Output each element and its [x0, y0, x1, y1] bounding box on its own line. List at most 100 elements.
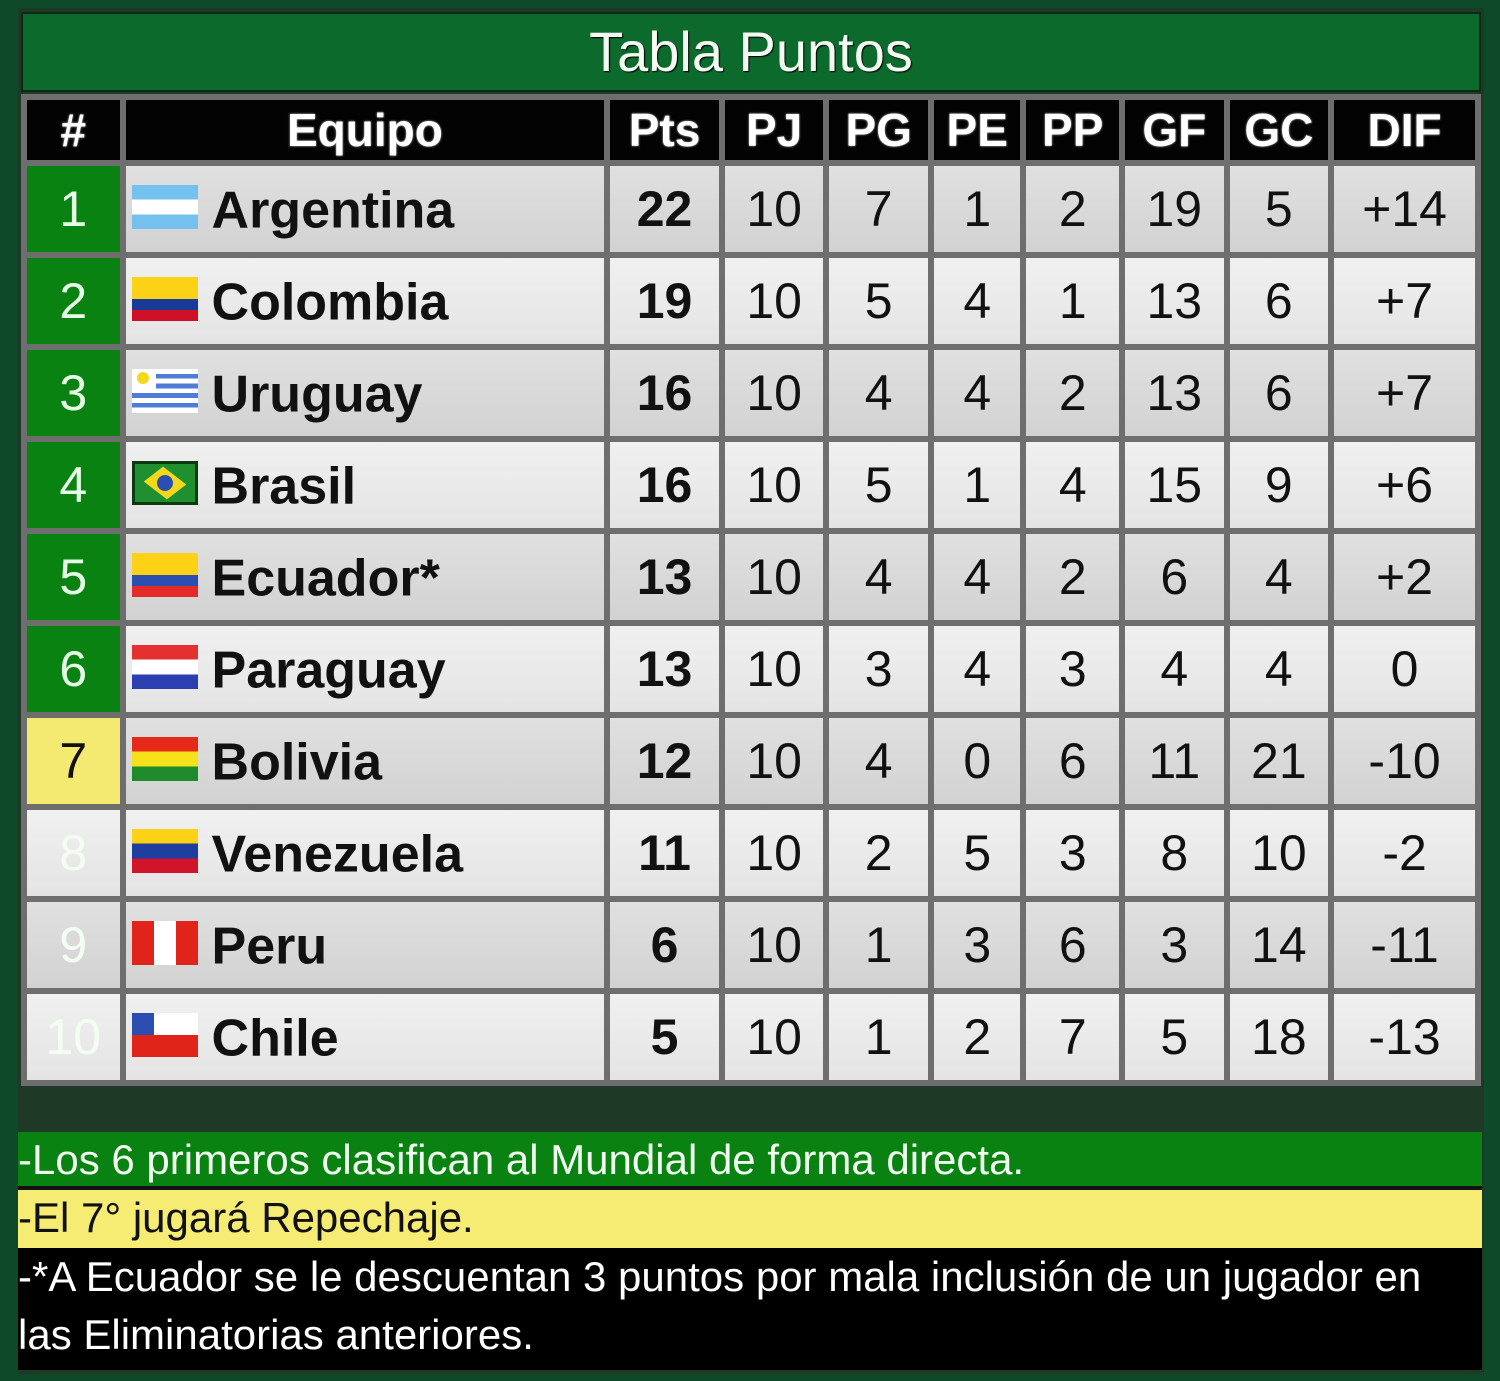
drawn-cell: 0 — [933, 718, 1021, 804]
lost-cell: 2 — [1026, 350, 1119, 436]
standings-widget: Tabla Puntos # Equipo Pts PJ PG PE PP GF… — [18, 8, 1484, 1374]
table-row[interactable]: 2 Colombia 19 10 5 4 1 13 6 +7 — [27, 258, 1475, 344]
position-cell: 2 — [27, 258, 120, 344]
position-cell: 1 — [27, 166, 120, 252]
lost-cell: 3 — [1026, 626, 1119, 712]
col-header-goals-against[interactable]: GC — [1229, 100, 1329, 160]
goals-against-cell: 9 — [1229, 442, 1329, 528]
position-cell: 3 — [27, 350, 120, 436]
team-name[interactable]: Paraguay — [212, 642, 446, 700]
won-cell: 3 — [829, 626, 928, 712]
team-cell[interactable]: Paraguay — [125, 626, 605, 712]
col-header-position[interactable]: # — [27, 100, 120, 160]
lost-cell: 6 — [1026, 902, 1119, 988]
goals-against-cell: 14 — [1229, 902, 1329, 988]
points-cell: 6 — [610, 902, 719, 988]
goals-against-cell: 18 — [1229, 994, 1329, 1080]
won-cell: 4 — [829, 350, 928, 436]
team-cell[interactable]: Venezuela — [125, 810, 605, 896]
points-cell: 12 — [610, 718, 719, 804]
goal-difference-cell: +2 — [1334, 534, 1475, 620]
played-cell: 10 — [724, 258, 824, 344]
goal-difference-cell: +6 — [1334, 442, 1475, 528]
goals-against-cell: 4 — [1229, 534, 1329, 620]
played-cell: 10 — [724, 810, 824, 896]
team-cell[interactable]: Chile — [125, 994, 605, 1080]
team-name[interactable]: Peru — [212, 918, 328, 976]
goals-for-cell: 5 — [1124, 994, 1224, 1080]
points-cell: 16 — [610, 442, 719, 528]
col-header-lost[interactable]: PP — [1026, 100, 1119, 160]
team-name[interactable]: Argentina — [212, 182, 455, 240]
points-cell: 19 — [610, 258, 719, 344]
goals-for-cell: 3 — [1124, 902, 1224, 988]
team-name[interactable]: Venezuela — [212, 826, 463, 884]
col-header-won[interactable]: PG — [829, 100, 928, 160]
col-header-goal-difference[interactable]: DIF — [1334, 100, 1475, 160]
team-cell[interactable]: Bolivia — [125, 718, 605, 804]
col-header-drawn[interactable]: PE — [933, 100, 1021, 160]
team-name[interactable]: Uruguay — [212, 366, 423, 424]
team-cell[interactable]: Brasil — [125, 442, 605, 528]
goals-against-cell: 5 — [1229, 166, 1329, 252]
position-cell: 6 — [27, 626, 120, 712]
colombia-flag-icon — [131, 276, 198, 321]
points-cell: 22 — [610, 166, 719, 252]
played-cell: 10 — [724, 350, 824, 436]
team-name[interactable]: Bolivia — [212, 734, 383, 792]
won-cell: 4 — [829, 534, 928, 620]
col-header-played[interactable]: PJ — [724, 100, 824, 160]
goals-for-cell: 8 — [1124, 810, 1224, 896]
team-cell[interactable]: Argentina — [125, 166, 605, 252]
table-row[interactable]: 5 Ecuador* 13 10 4 4 2 6 4 +2 — [27, 534, 1475, 620]
points-cell: 5 — [610, 994, 719, 1080]
goals-for-cell: 13 — [1124, 258, 1224, 344]
header-row: # Equipo Pts PJ PG PE PP GF GC DIF — [27, 100, 1475, 160]
goal-difference-cell: +7 — [1334, 258, 1475, 344]
won-cell: 2 — [829, 810, 928, 896]
team-name[interactable]: Chile — [212, 1010, 339, 1068]
team-name[interactable]: Ecuador* — [212, 550, 440, 608]
goal-difference-cell: -10 — [1334, 718, 1475, 804]
won-cell: 7 — [829, 166, 928, 252]
table-row[interactable]: 9 Peru 6 10 1 3 6 3 14 -11 — [27, 902, 1475, 988]
standings-table: # Equipo Pts PJ PG PE PP GF GC DIF 1 Arge… — [21, 94, 1481, 1086]
position-cell: 7 — [27, 718, 120, 804]
table-row[interactable]: 4 Brasil 16 10 5 1 4 15 9 +6 — [27, 442, 1475, 528]
table-row[interactable]: 3 Uruguay 16 10 4 4 2 13 6 +7 — [27, 350, 1475, 436]
table-row[interactable]: 1 Argentina 22 10 7 1 2 19 5 +14 — [27, 166, 1475, 252]
points-cell: 11 — [610, 810, 719, 896]
goals-against-cell: 21 — [1229, 718, 1329, 804]
col-header-team[interactable]: Equipo — [125, 100, 605, 160]
ecuador-flag-icon — [131, 552, 198, 597]
points-cell: 13 — [610, 626, 719, 712]
goal-difference-cell: -2 — [1334, 810, 1475, 896]
paraguay-flag-icon — [131, 644, 198, 689]
table-row[interactable]: 7 Bolivia 12 10 4 0 6 11 21 -10 — [27, 718, 1475, 804]
position-cell: 5 — [27, 534, 120, 620]
lost-cell: 2 — [1026, 166, 1119, 252]
brasil-flag-icon — [131, 460, 198, 505]
team-name[interactable]: Colombia — [212, 274, 449, 332]
legend-notes: -Los 6 primeros clasifican al Mundial de… — [18, 1132, 1482, 1370]
team-cell[interactable]: Colombia — [125, 258, 605, 344]
lost-cell: 7 — [1026, 994, 1119, 1080]
goals-for-cell: 6 — [1124, 534, 1224, 620]
table-row[interactable]: 6 Paraguay 13 10 3 4 3 4 4 0 — [27, 626, 1475, 712]
team-name[interactable]: Brasil — [212, 458, 357, 516]
lost-cell: 1 — [1026, 258, 1119, 344]
table-row[interactable]: 8 Venezuela 11 10 2 5 3 8 10 -2 — [27, 810, 1475, 896]
table-row[interactable]: 10 Chile 5 10 1 2 7 5 18 -13 — [27, 994, 1475, 1080]
drawn-cell: 1 — [933, 442, 1021, 528]
goals-against-cell: 6 — [1229, 350, 1329, 436]
lost-cell: 2 — [1026, 534, 1119, 620]
goals-against-cell: 6 — [1229, 258, 1329, 344]
col-header-points[interactable]: Pts — [610, 100, 719, 160]
drawn-cell: 5 — [933, 810, 1021, 896]
team-cell[interactable]: Ecuador* — [125, 534, 605, 620]
table-title: Tabla Puntos — [21, 12, 1481, 92]
goal-difference-cell: -11 — [1334, 902, 1475, 988]
col-header-goals-for[interactable]: GF — [1124, 100, 1224, 160]
team-cell[interactable]: Peru — [125, 902, 605, 988]
team-cell[interactable]: Uruguay — [125, 350, 605, 436]
